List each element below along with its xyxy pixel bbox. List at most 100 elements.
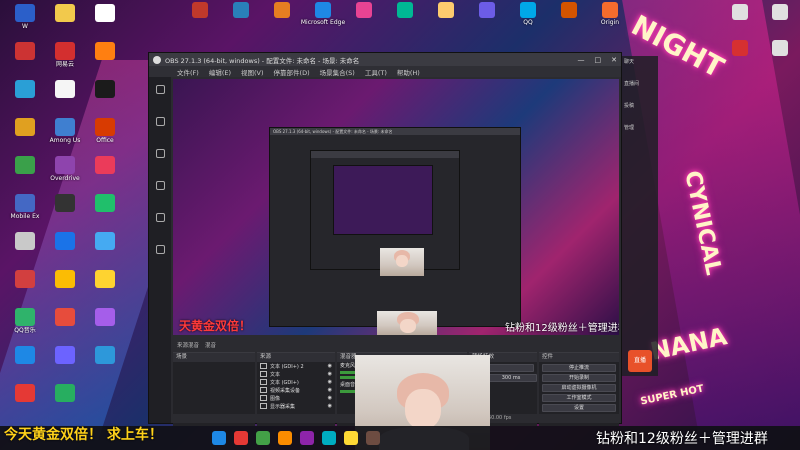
app-icon [15, 4, 35, 22]
desktop-icon[interactable] [221, 2, 261, 36]
app-icon [55, 4, 75, 22]
taskbar-app-icon[interactable] [234, 431, 248, 445]
obs-titlebar[interactable]: OBS 27.1.3 (64-bit, windows) - 配置文件: 未命名… [149, 53, 621, 66]
studio-mode-button[interactable]: 工作室模式 [542, 394, 616, 402]
source-label: 文本 (GDI+) 2 [270, 363, 304, 370]
menu-view[interactable]: 视图(V) [241, 67, 264, 77]
sidebar-item[interactable] [149, 181, 171, 205]
panel-item[interactable]: 管理 [622, 122, 658, 144]
taskbar-app-icon[interactable] [256, 431, 270, 445]
desktop-icon-label: Microsoft Edge [300, 19, 346, 26]
desktop-icon[interactable] [82, 80, 128, 120]
app-icon [15, 194, 35, 212]
sidebar-item[interactable] [149, 213, 171, 237]
close-button[interactable]: ✕ [611, 56, 617, 64]
taskbar-app-icon[interactable] [322, 431, 336, 445]
desktop-icon[interactable] [385, 2, 425, 36]
obs-title: OBS 27.1.3 (64-bit, windows) - 配置文件: 未命名… [165, 56, 360, 65]
panel-item[interactable]: 聊天 [622, 56, 658, 78]
menu-tools[interactable]: 工具(T) [365, 67, 387, 77]
dock-tab[interactable]: 混音 [205, 341, 216, 349]
desktop-icon[interactable] [82, 270, 128, 310]
desktop-icon[interactable]: Origin [590, 2, 630, 36]
dock-tabs: 来源混音 混音 [173, 340, 619, 350]
visibility-eye-icon[interactable]: ◉ [328, 371, 332, 377]
desktop-icon[interactable] [720, 4, 760, 38]
scenes-header: 场景 [173, 353, 255, 362]
home-icon [155, 85, 165, 94]
source-item[interactable]: 文本 ◉ [257, 370, 335, 378]
desktop-icon[interactable] [344, 2, 384, 36]
visibility-eye-icon[interactable]: ◉ [328, 403, 332, 409]
app-icon [192, 2, 208, 18]
desktop-icon[interactable] [82, 194, 128, 234]
desktop-icon[interactable] [720, 40, 760, 74]
desktop-icon[interactable] [82, 156, 128, 196]
app-icon [520, 2, 536, 18]
sidebar-item[interactable] [149, 149, 171, 173]
menu-edit[interactable]: 编辑(E) [209, 67, 231, 77]
source-item[interactable]: 显示器采集 ◉ [257, 402, 335, 410]
source-item[interactable]: 文本 (GDI+) ◉ [257, 378, 335, 386]
menu-scene-collection[interactable]: 场景集合(S) [320, 67, 355, 77]
desktop-icon[interactable]: Office [82, 118, 128, 158]
menu-docks[interactable]: 停靠部件(D) [274, 67, 310, 77]
app-icon [55, 270, 75, 288]
desktop-icon[interactable] [549, 2, 589, 36]
desktop-icon[interactable] [82, 42, 128, 82]
taskbar-app-icon[interactable] [300, 431, 314, 445]
marquee-yellow-text: 今天黄金双倍！ 求上车！ [4, 427, 163, 443]
sidebar-item[interactable] [149, 245, 171, 269]
stop-streaming-button[interactable]: 停止推流 [542, 364, 616, 372]
sidebar-item[interactable] [149, 85, 171, 109]
panel-item[interactable]: 直播间 [622, 78, 658, 100]
source-item[interactable]: 视频采集设备 ◉ [257, 386, 335, 394]
desktop-icon[interactable] [426, 2, 466, 36]
visibility-eye-icon[interactable]: ◉ [328, 363, 332, 369]
desktop-icon[interactable] [760, 4, 800, 38]
taskbar-app-icon[interactable] [366, 431, 380, 445]
menu-file[interactable]: 文件(F) [177, 67, 199, 77]
start-recording-button[interactable]: 开始录制 [542, 374, 616, 382]
visibility-eye-icon[interactable]: ◉ [328, 395, 332, 401]
desktop-icon[interactable] [760, 40, 800, 74]
obs-preview[interactable]: OBS 27.1.3 (64-bit, windows) - 配置文件: 未命名… [173, 79, 619, 335]
desktop-icon[interactable] [82, 4, 128, 44]
desktop-icon[interactable]: QQ [508, 2, 548, 36]
desktop-icon[interactable] [82, 346, 128, 386]
dock-tab[interactable]: 来源混音 [177, 341, 199, 349]
desktop-icon[interactable] [42, 384, 88, 424]
app-icon [95, 308, 115, 326]
visibility-eye-icon[interactable]: ◉ [328, 387, 332, 393]
desktop-icon[interactable]: Microsoft Edge [300, 2, 346, 36]
desktop-icon-label: Origin [600, 19, 620, 26]
taskbar-app-icon[interactable] [344, 431, 358, 445]
left-app-sidebar [149, 77, 171, 423]
desktop-icon-label: Office [96, 137, 114, 144]
overlay-red-text: 天黄金双倍！ [179, 319, 252, 333]
source-item[interactable]: 图像 ◉ [257, 394, 335, 402]
desktop-icon[interactable] [262, 2, 302, 36]
desktop-icon[interactable] [82, 232, 128, 272]
panel-item[interactable]: 投稿 [622, 100, 658, 122]
source-item[interactable]: 文本 (GDI+) 2 ◉ [257, 362, 335, 370]
start-virtual-camera-button[interactable]: 启动虚拟摄像机 [542, 384, 616, 392]
app-icon [95, 118, 115, 136]
app-icon [55, 80, 75, 98]
menu-help[interactable]: 帮助(H) [397, 67, 420, 77]
go-live-button[interactable]: 直播 [628, 350, 652, 372]
duration-input[interactable]: 300 ms [485, 374, 537, 382]
visibility-eye-icon[interactable]: ◉ [328, 379, 332, 385]
taskbar-app-icon[interactable] [212, 431, 226, 445]
desktop-icon[interactable] [180, 2, 220, 36]
minimize-button[interactable]: — [578, 56, 585, 64]
settings-button[interactable]: 设置 [542, 404, 616, 412]
obs-menubar: 文件(F) 编辑(E) 视图(V) 停靠部件(D) 场景集合(S) 工具(T) … [149, 66, 621, 77]
nested-title: OBS 27.1.3 (64-bit, windows) - 配置文件: 未命名… [270, 128, 520, 135]
desktop-icon[interactable] [82, 308, 128, 348]
taskbar-app-icon[interactable] [278, 431, 292, 445]
app-icon [15, 346, 35, 364]
desktop-icon[interactable] [467, 2, 507, 36]
maximize-button[interactable]: □ [595, 56, 602, 64]
sidebar-item[interactable] [149, 117, 171, 141]
